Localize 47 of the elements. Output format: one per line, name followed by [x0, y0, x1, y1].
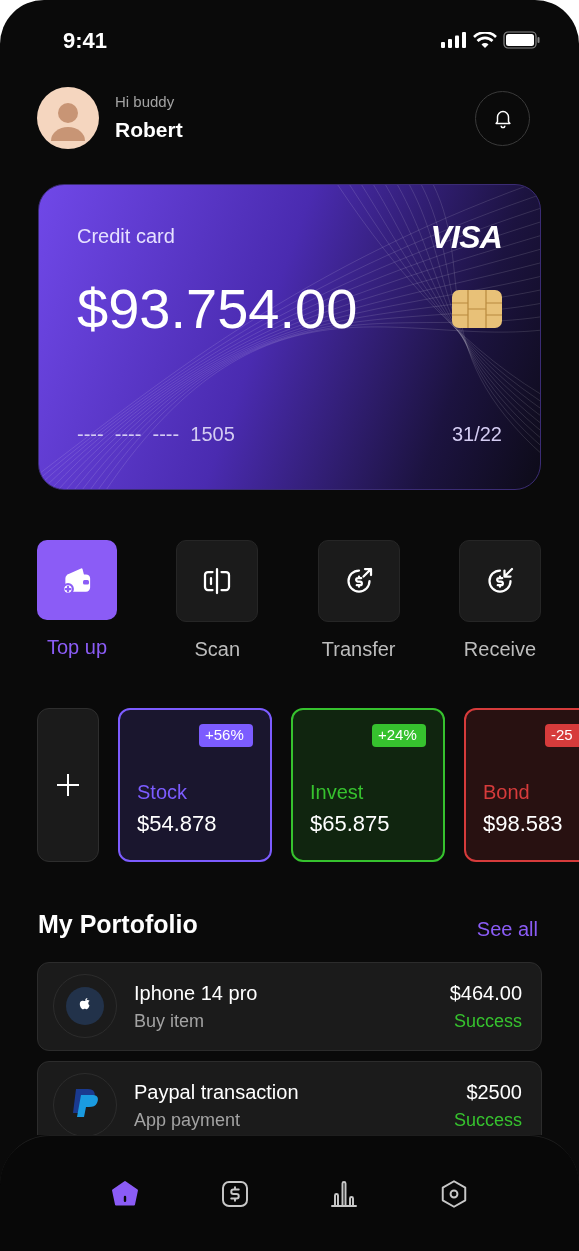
- chip-icon: [452, 290, 502, 328]
- action-button[interactable]: [176, 540, 259, 622]
- action-button[interactable]: [317, 540, 400, 622]
- asset-value: $54.878: [137, 810, 218, 838]
- card-balance: $93.754.00: [77, 281, 358, 337]
- asset-name: Bond: [483, 780, 531, 805]
- avatar: [37, 87, 99, 149]
- transaction-amount: $464.00: [449, 980, 522, 1006]
- action-label: Transfer: [321, 637, 396, 662]
- transaction-subtitle: Buy item: [134, 1009, 206, 1033]
- action-button[interactable]: [459, 540, 541, 622]
- change-badge: +56%: [199, 724, 253, 747]
- user-name: Robert: [115, 116, 183, 143]
- transaction-status: Success: [453, 1108, 522, 1132]
- transaction-title: Paypal transaction: [134, 1079, 300, 1105]
- battery-icon: [503, 31, 541, 49]
- action-label: Scan: [194, 637, 241, 662]
- action-label: Top up: [46, 635, 108, 660]
- wifi-icon: [473, 31, 497, 49]
- apple-logo-icon: [65, 986, 105, 1026]
- asset-card[interactable]: +56% Stock $54.878: [118, 708, 272, 862]
- asset-card[interactable]: +24% Invest $65.875: [291, 708, 445, 862]
- transaction-title: Iphone 14 pro: [134, 980, 259, 1006]
- signal-icon: [441, 32, 467, 48]
- transaction-status: Success: [453, 1009, 522, 1033]
- action-label: Receive: [463, 637, 537, 662]
- asset-name: Stock: [137, 780, 189, 805]
- see-all-link[interactable]: See all: [476, 913, 538, 944]
- transaction-row[interactable]: Paypal transaction App payment $2500 Success: [37, 1060, 542, 1135]
- asset-card[interactable]: -25 Bond $98.583: [464, 708, 579, 862]
- card-expiry: 31/22: [451, 422, 502, 447]
- greeting-text: Hi buddy: [115, 92, 176, 112]
- credit-card[interactable]: Credit card VISA $93.754.00 ---- ---- ---- 1505 31/22: [38, 184, 541, 490]
- asset-name: Invest: [310, 780, 365, 805]
- transaction-amount: $2500: [466, 1079, 522, 1105]
- section-title: My Portofolio: [38, 909, 198, 940]
- clock-time: 9:41: [63, 26, 108, 55]
- transaction-row[interactable]: Iphone 14 pro Buy item $464.00 Success: [37, 961, 542, 1051]
- change-badge: -25: [545, 724, 579, 747]
- plus-icon: [57, 774, 79, 796]
- change-badge: +24%: [372, 724, 426, 747]
- asset-value: $98.583: [483, 810, 564, 838]
- transaction-subtitle: App payment: [134, 1108, 242, 1132]
- card-brand: VISA: [430, 221, 502, 253]
- card-number: ---- ---- ---- 1505: [77, 422, 235, 447]
- asset-value: $65.875: [310, 810, 391, 838]
- card-label: Credit card: [77, 224, 175, 249]
